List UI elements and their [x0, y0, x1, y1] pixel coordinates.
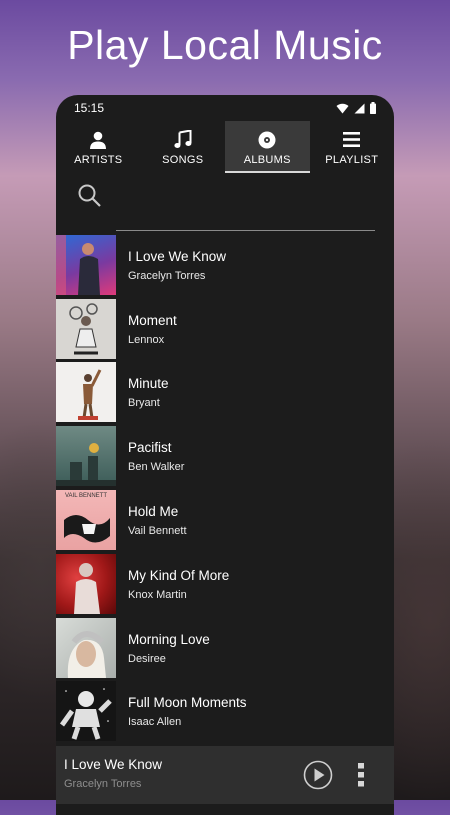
wifi-icon	[336, 103, 349, 113]
album-title: Pacifist	[128, 440, 172, 456]
person-icon	[89, 129, 107, 151]
play-icon	[303, 760, 333, 790]
tab-artists[interactable]: ARTISTS	[56, 121, 141, 173]
status-icons	[336, 102, 376, 114]
signal-icon	[354, 103, 365, 113]
tab-label: ARTISTS	[74, 153, 123, 166]
album-cover	[56, 362, 116, 423]
album-cover	[56, 681, 116, 742]
search-bar	[56, 173, 394, 235]
tab-songs[interactable]: SONGS	[141, 121, 226, 173]
tab-label: ALBUMS	[243, 153, 291, 166]
list-item[interactable]: Morning Love Desiree	[56, 616, 394, 680]
tab-playlist[interactable]: PLAYLIST	[310, 121, 395, 173]
more-vertical-icon	[358, 763, 364, 787]
list-item[interactable]: Full Moon Moments Isaac Allen	[56, 680, 394, 744]
list-icon	[343, 129, 361, 151]
album-artist: Bryant	[128, 397, 160, 410]
tab-albums[interactable]: ALBUMS	[225, 121, 310, 173]
album-artist: Gracelyn Torres	[128, 269, 206, 282]
list-item[interactable]: Minute Bryant	[56, 361, 394, 425]
album-cover-text: VAIL BENNETT	[64, 493, 107, 500]
play-button[interactable]	[303, 760, 333, 795]
album-cover	[56, 298, 116, 359]
more-options-button[interactable]	[358, 763, 364, 792]
status-time: 15:15	[74, 101, 105, 115]
album-artist: Ben Walker	[128, 461, 185, 474]
album-title: I Love We Know	[128, 248, 227, 264]
list-item[interactable]: Pacifist Ben Walker	[56, 424, 394, 488]
tab-label: SONGS	[162, 153, 204, 166]
mini-player[interactable]: I Love We Know Gracelyn Torres	[56, 746, 394, 804]
status-bar: 15:15	[56, 95, 394, 121]
album-list: I Love We Know Gracelyn Torres Moment Lenn…	[56, 233, 394, 743]
album-title: My Kind Of More	[128, 567, 230, 583]
tab-bar: ARTISTS SONGS ALBUMS PLAYLIST	[56, 121, 394, 173]
album-cover	[56, 553, 116, 614]
album-artist: Lennox	[128, 333, 165, 346]
tab-label: PLAYLIST	[325, 153, 379, 166]
album-artist: Desiree	[128, 652, 166, 665]
album-title: Minute	[128, 376, 169, 392]
album-title: Morning Love	[128, 631, 210, 647]
album-artist: Vail Bennett	[128, 525, 187, 538]
album-cover: VAIL BENNETT	[56, 490, 116, 551]
list-item[interactable]: My Kind Of More Knox Martin	[56, 552, 394, 616]
album-artist: Knox Martin	[128, 588, 187, 601]
album-cover	[56, 426, 116, 487]
album-title: Full Moon Moments	[128, 695, 247, 711]
album-title: Moment	[128, 312, 177, 328]
list-item[interactable]: I Love We Know Gracelyn Torres	[56, 233, 394, 297]
album-cover	[56, 234, 116, 295]
list-item[interactable]: Moment Lennox	[56, 297, 394, 361]
list-item[interactable]: VAIL BENNETT Hold Me Vail Bennett	[56, 488, 394, 552]
album-cover	[56, 617, 116, 678]
album-icon	[258, 129, 276, 151]
now-playing-title: I Love We Know	[64, 757, 163, 772]
phone-screen: 15:15 ARTISTS SONGS ALBUMS PLAYLIST I Lo…	[56, 95, 394, 815]
album-artist: Isaac Allen	[128, 716, 182, 729]
music-note-icon	[174, 129, 192, 151]
search-input[interactable]	[116, 212, 375, 231]
headline: Play Local Music	[67, 22, 383, 68]
now-playing-artist: Gracelyn Torres	[64, 778, 142, 790]
album-title: Hold Me	[128, 504, 179, 520]
battery-icon	[370, 102, 376, 114]
search-icon[interactable]	[77, 183, 103, 214]
